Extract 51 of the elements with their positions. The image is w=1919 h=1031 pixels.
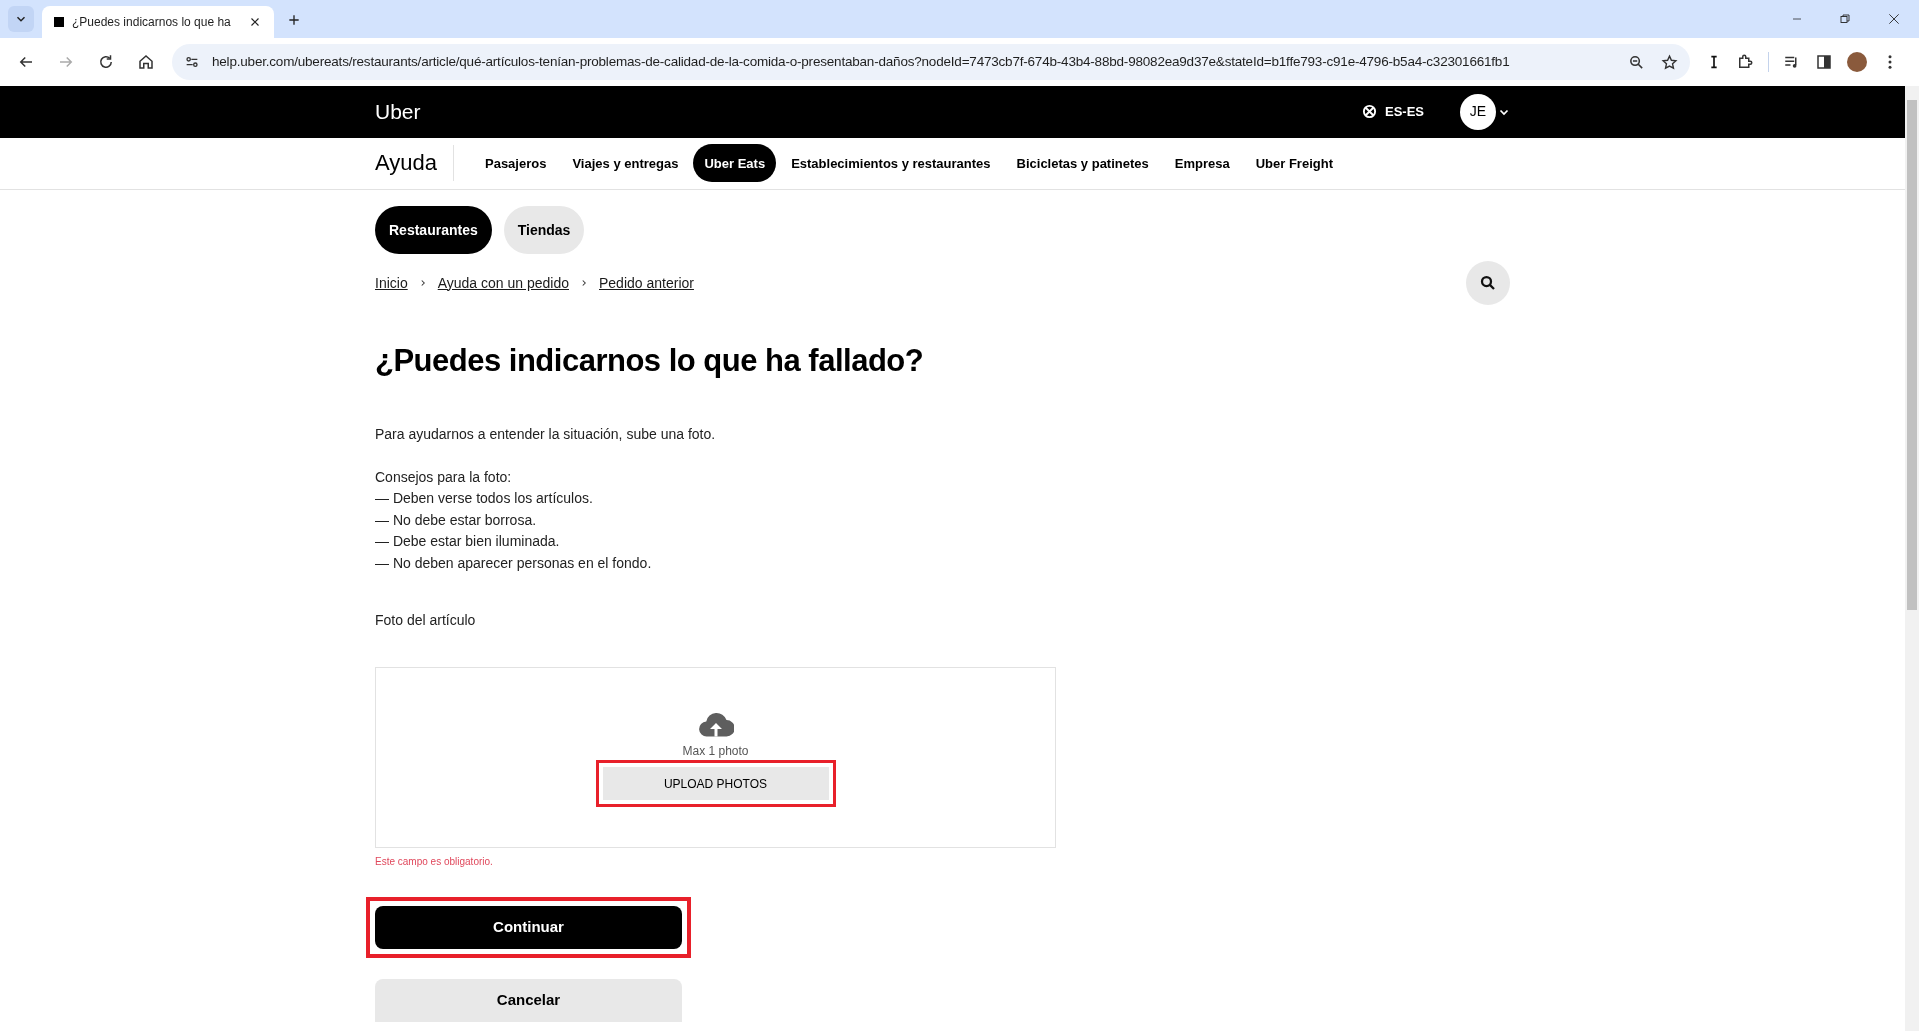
language-button[interactable]: ES-ES [1362, 102, 1424, 122]
tips-title: Consejos para la foto: [375, 468, 513, 487]
breadcrumb-link[interactable]: Ayuda con un pedido [437, 272, 569, 294]
continue-button[interactable]: Continuar [375, 906, 682, 949]
globe-icon [1362, 104, 1377, 120]
nav-link[interactable]: Bicicletas y patinetes [1005, 144, 1160, 183]
close-icon[interactable] [1887, 12, 1901, 26]
zoom-icon[interactable] [1628, 53, 1645, 71]
plus-icon[interactable] [286, 12, 302, 28]
restore-icon[interactable] [1839, 13, 1851, 25]
page-heading: ¿Puedes indicarnos lo que ha fallado? [375, 342, 925, 380]
side-panel-icon[interactable] [1815, 53, 1833, 71]
tip-text: — Deben verse todos los artículos. [375, 489, 594, 508]
nav-link[interactable]: Establecimientos y restaurantes [780, 144, 1002, 183]
tip-text: — Debe estar bien iluminada. [375, 532, 561, 551]
home-icon[interactable] [137, 53, 155, 71]
star-icon[interactable] [1661, 53, 1678, 71]
nav-link[interactable]: Pasajeros [474, 144, 558, 183]
scrollbar[interactable] [1905, 86, 1919, 1031]
browser-tab[interactable]: ¿Puedes indicarnos lo que ha [42, 6, 274, 38]
scrollbar-thumb[interactable] [1907, 100, 1917, 610]
field-label: Foto del artículo [375, 611, 477, 630]
cancel-button[interactable]: Cancelar [375, 979, 682, 1022]
site-settings-icon[interactable] [184, 54, 200, 70]
tab-title: ¿Puedes indicarnos lo que ha [72, 14, 231, 31]
breadcrumb-link[interactable]: Inicio [375, 272, 408, 294]
tip-text: — No deben aparecer personas en el fondo. [375, 553, 653, 573]
nav-link[interactable]: Empresa [1163, 144, 1241, 183]
reload-icon[interactable] [97, 53, 115, 71]
help-title: Ayuda [375, 145, 454, 182]
uber-logo[interactable]: Uber [375, 96, 421, 128]
error-message: Este campo es obligatorio. [375, 855, 494, 869]
nav-link[interactable]: Uber Freight [1244, 144, 1344, 183]
category-tab[interactable]: Restaurantes [375, 206, 492, 254]
category-tab[interactable]: Tiendas [503, 206, 585, 254]
upload-hint: Max 1 photo [682, 744, 749, 758]
upload-photos-button[interactable]: UPLOAD PHOTOS [602, 767, 829, 800]
puzzle-icon[interactable] [1736, 53, 1754, 71]
breadcrumb-link[interactable]: Pedido anterior [599, 272, 694, 294]
favicon-icon [54, 17, 64, 27]
tab-list-button[interactable] [8, 6, 34, 32]
address-bar[interactable] [172, 44, 1690, 80]
profile-avatar[interactable] [1847, 52, 1867, 72]
search-button[interactable] [1466, 261, 1510, 305]
url-text: help.uber.com/ubereats/restaurants/article/qué-artículos-tenían-problemas-de-calidad-de-la-comida-o-presentaban-daños?nodeId=7473cb7f-674b-43b4-88bd-98082ea9d37e&stateId=b1ffe793-c91e-4796-b5a4-c32301661fb1 [212, 52, 1510, 71]
nav-link[interactable]: Viajes y entregas [561, 144, 690, 183]
search-icon [1479, 274, 1497, 292]
intro-text: Para ayudarnos a entender la situación, sube una foto. [375, 425, 717, 444]
tip-text: — No debe estar borrosa. [375, 510, 538, 530]
nav-link[interactable]: Uber Eats [693, 144, 777, 183]
user-avatar[interactable]: JE [1460, 93, 1496, 130]
